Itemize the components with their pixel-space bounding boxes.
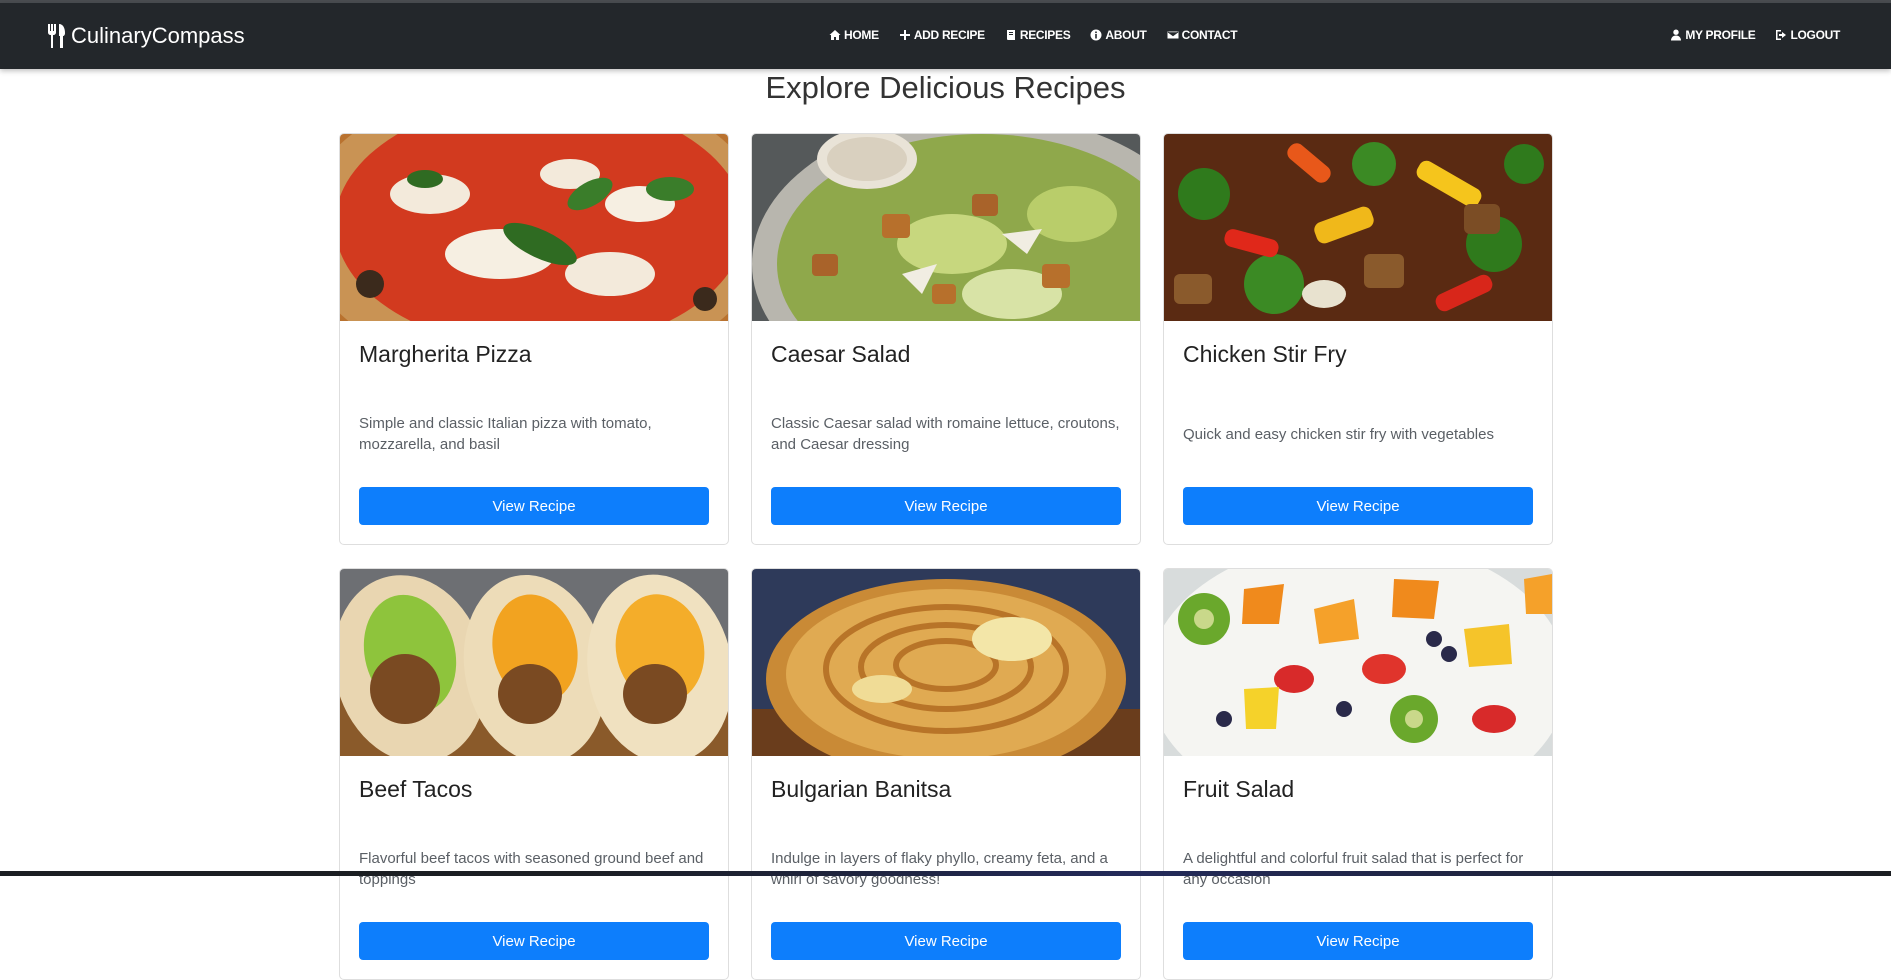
utensils-icon: [48, 24, 65, 48]
recipe-card: Margherita Pizza Simple and classic Ital…: [339, 133, 729, 545]
nav-about[interactable]: ABOUT: [1090, 28, 1147, 42]
taskbar-strip: [0, 871, 1891, 876]
recipe-title: Fruit Salad: [1183, 776, 1295, 802]
navbar: CulinaryCompass HOME ADD RECIPE RECIPES …: [0, 3, 1891, 69]
recipe-card: Fruit Salad A delightful and colorful fr…: [1163, 568, 1553, 980]
recipe-title: Bulgarian Banitsa: [771, 776, 952, 802]
recipe-image-beef-tacos[interactable]: [340, 569, 728, 756]
main-nav: HOME ADD RECIPE RECIPES ABOUT CONTACT: [829, 28, 1238, 42]
recipe-card: Beef Tacos Flavorful beef tacos with sea…: [339, 568, 729, 980]
envelope-icon: [1167, 31, 1179, 39]
recipe-card: Chicken Stir Fry Quick and easy chicken …: [1163, 133, 1553, 545]
book-icon: [1006, 30, 1015, 40]
recipe-image-chicken-stir-fry[interactable]: [1164, 134, 1552, 321]
info-icon: [1090, 29, 1102, 41]
account-nav: MY PROFILE LOGOUT: [1670, 28, 1840, 42]
logout-icon: [1776, 30, 1787, 40]
recipe-title: Beef Tacos: [359, 776, 473, 802]
nav-contact[interactable]: CONTACT: [1167, 28, 1238, 42]
view-recipe-button[interactable]: View Recipe: [771, 487, 1121, 525]
recipe-card: Bulgarian Banitsa Indulge in layers of f…: [751, 568, 1141, 980]
recipe-image-fruit-salad[interactable]: [1164, 569, 1552, 756]
recipe-title: Margherita Pizza: [359, 341, 532, 367]
recipe-card: Caesar Salad Classic Caesar salad with r…: [751, 133, 1141, 545]
view-recipe-button[interactable]: View Recipe: [1183, 922, 1533, 960]
nav-add-recipe-label: ADD RECIPE: [913, 28, 985, 42]
recipe-title: Chicken Stir Fry: [1183, 341, 1347, 367]
recipe-image-bulgarian-banitsa[interactable]: [752, 569, 1140, 756]
recipe-description: A delightful and colorful fruit salad th…: [1183, 850, 1524, 888]
recipe-description: Quick and easy chicken stir fry with veg…: [1183, 425, 1494, 443]
nav-recipes[interactable]: RECIPES: [1005, 28, 1071, 42]
view-recipe-button[interactable]: View Recipe: [1183, 487, 1533, 525]
view-recipe-button[interactable]: View Recipe: [771, 922, 1121, 960]
nav-about-label: ABOUT: [1105, 28, 1147, 42]
nav-my-profile-label: MY PROFILE: [1685, 28, 1756, 42]
home-icon: [829, 30, 841, 40]
recipe-image-caesar-salad[interactable]: [752, 134, 1140, 321]
brand-link[interactable]: CulinaryCompass: [47, 22, 245, 50]
recipe-description: Classic Caesar salad with romaine lettuc…: [771, 415, 1120, 453]
nav-logout[interactable]: LOGOUT: [1775, 28, 1840, 42]
nav-add-recipe[interactable]: ADD RECIPE: [899, 28, 985, 42]
brand-name: CulinaryCompass: [71, 23, 245, 48]
nav-home[interactable]: HOME: [829, 28, 879, 42]
nav-contact-label: CONTACT: [1181, 28, 1238, 42]
nav-logout-label: LOGOUT: [1790, 28, 1840, 42]
plus-icon: [899, 30, 910, 40]
user-icon: [1671, 29, 1682, 41]
recipe-title: Caesar Salad: [771, 341, 911, 367]
recipe-description: Indulge in layers of flaky phyllo, cream…: [771, 850, 1108, 888]
nav-my-profile[interactable]: MY PROFILE: [1670, 28, 1756, 42]
view-recipe-button[interactable]: View Recipe: [359, 487, 709, 525]
view-recipe-button[interactable]: View Recipe: [359, 922, 709, 960]
page-heading: Explore Delicious Recipes: [765, 70, 1126, 105]
nav-home-label: HOME: [844, 28, 879, 42]
recipe-description: Simple and classic Italian pizza with to…: [359, 415, 652, 453]
nav-recipes-label: RECIPES: [1019, 28, 1071, 42]
recipe-image-pizza[interactable]: [340, 134, 728, 321]
recipe-description: Flavorful beef tacos with seasoned groun…: [359, 850, 704, 888]
